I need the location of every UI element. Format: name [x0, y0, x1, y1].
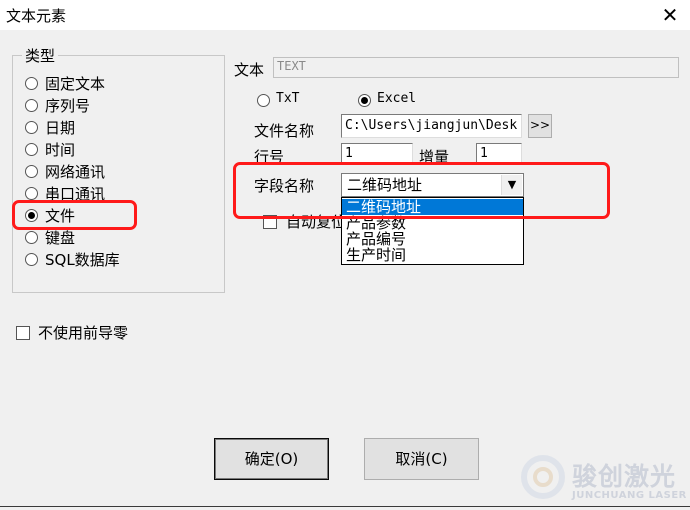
type-radio-5[interactable] — [25, 187, 38, 200]
type-option-label: SQL数据库 — [45, 251, 120, 269]
window-title: 文本元素 — [6, 7, 67, 25]
ok-button[interactable]: 确定(O) — [214, 438, 329, 480]
type-radio-1[interactable] — [25, 99, 38, 112]
title-bar: 文本元素 ✕ — [0, 0, 690, 30]
type-option-label: 序列号 — [45, 97, 91, 115]
excel-radio[interactable] — [358, 94, 371, 107]
file-name-input[interactable]: C:\Users\jiangjun\Desk — [341, 114, 522, 138]
field-name-highlight — [233, 162, 610, 219]
txt-radio[interactable] — [257, 94, 270, 107]
type-radio-7[interactable] — [25, 231, 38, 244]
text-label: 文本 — [234, 61, 265, 79]
bottom-edge — [0, 506, 690, 507]
type-radio-2[interactable] — [25, 121, 38, 134]
no-leading-zero-label: 不使用前导零 — [38, 324, 129, 342]
type-radio-8[interactable] — [25, 253, 38, 266]
file-name-label: 文件名称 — [254, 122, 315, 140]
watermark-name: 骏创激光 — [572, 462, 677, 491]
type-radio-4[interactable] — [25, 165, 38, 178]
no-leading-zero-checkbox[interactable] — [16, 326, 30, 340]
type-option-label: 网络通讯 — [45, 163, 106, 181]
text-input[interactable]: TEXT — [273, 57, 679, 78]
type-radio-0[interactable] — [25, 77, 38, 90]
type-radio-3[interactable] — [25, 143, 38, 156]
type-option-label: 固定文本 — [45, 75, 106, 93]
txt-radio-label: TxT — [276, 91, 300, 106]
type-option-label: 时间 — [45, 141, 76, 159]
close-icon[interactable]: ✕ — [656, 2, 684, 28]
watermark-logo-icon — [520, 454, 566, 500]
type-option-label: 键盘 — [45, 229, 76, 247]
dropdown-item[interactable]: 产品编号 — [342, 231, 523, 247]
type-option-label: 日期 — [45, 119, 76, 137]
dropdown-item[interactable]: 生产时间 — [342, 247, 523, 263]
watermark-subtitle: JUNCHUANG LASER — [572, 490, 687, 501]
type-groupbox-legend: 类型 — [22, 45, 59, 66]
cancel-button[interactable]: 取消(C) — [364, 438, 479, 480]
excel-radio-label: Excel — [377, 91, 417, 106]
file-option-highlight — [12, 200, 137, 230]
browse-button[interactable]: >> — [528, 114, 552, 138]
